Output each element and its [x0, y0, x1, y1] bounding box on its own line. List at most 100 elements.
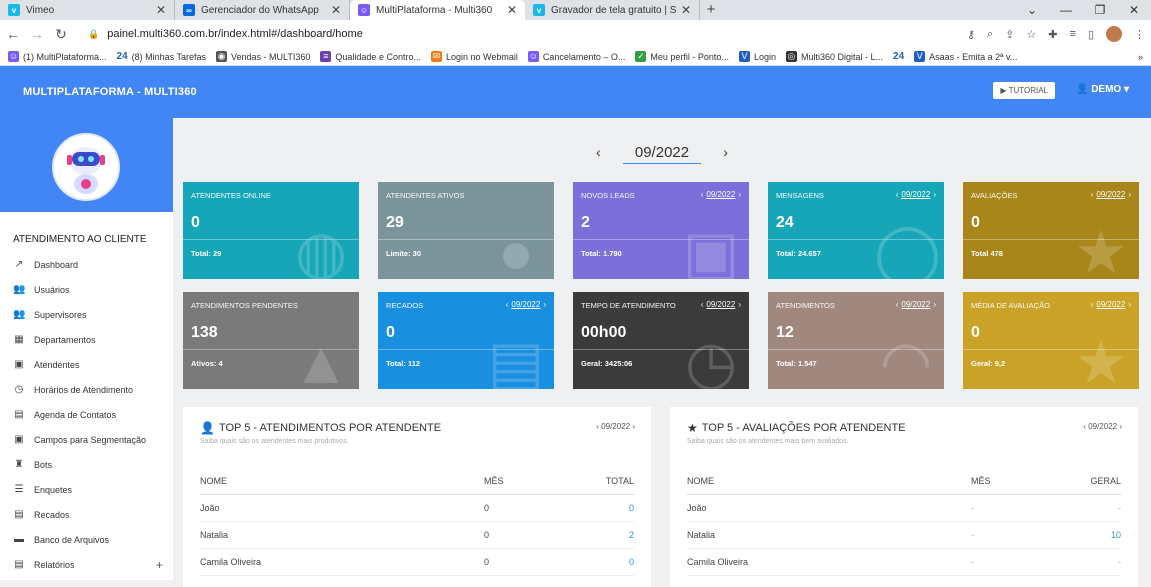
- panel-title: 👤 TOP 5 - ATENDIMENTOS POR ATENDENTE: [200, 421, 442, 435]
- meta-icon: ∞: [183, 4, 195, 16]
- sidebar-item-campos[interactable]: ▣ Campos para Segmentação: [0, 427, 173, 452]
- agents-icon: ▣: [14, 359, 24, 370]
- star-icon: ★: [687, 421, 698, 435]
- card-footer: Total: 29: [191, 249, 222, 258]
- minimize-icon[interactable]: —: [1049, 0, 1083, 20]
- card-footer: Limite: 30: [386, 249, 422, 258]
- panel-period[interactable]: ‹ 09/2022 ›: [596, 422, 635, 431]
- chevron-left-icon[interactable]: ‹: [596, 144, 601, 160]
- card-period[interactable]: ‹ 09/2022 ›: [701, 300, 741, 309]
- bookmark-item[interactable]: 24 (8) Minhas Tarefas: [117, 51, 207, 62]
- card-footer: Total 478: [971, 249, 1003, 258]
- reload-icon[interactable]: ↻: [54, 26, 68, 43]
- close-icon[interactable]: ✕: [156, 3, 166, 17]
- bookmark-item[interactable]: 24: [893, 51, 904, 62]
- robot-icon: ☺: [358, 4, 370, 16]
- panel-period[interactable]: ‹ 09/2022 ›: [1083, 422, 1122, 431]
- card-background-icon: ▣: [682, 219, 740, 280]
- sidebar-item-banco[interactable]: ▬ Banco de Arquivos: [0, 527, 173, 552]
- close-icon[interactable]: ✕: [331, 3, 341, 17]
- browser-tab[interactable]: v Gravador de tela gratuito | Softw ✕: [525, 0, 700, 20]
- expand-icon[interactable]: +: [156, 558, 163, 572]
- mail-icon: ✉: [430, 51, 442, 62]
- stat-card: ▲ ATENDIMENTOS PENDENTES 138 Ativos: 4: [183, 292, 359, 389]
- sidebar-item-usuarios[interactable]: 👥 Usuários: [0, 277, 173, 302]
- bookmark-item[interactable]: ☺ (1) MultiPlataforma...: [8, 51, 107, 62]
- card-footer: Geral: 3425:06: [581, 359, 633, 368]
- sidebar-item-agenda[interactable]: ▤ Agenda de Contatos: [0, 402, 173, 427]
- divider: [378, 349, 554, 350]
- bookmark-item[interactable]: ◎ Multi360 Digital - L...: [785, 51, 883, 62]
- close-icon[interactable]: ✕: [681, 3, 691, 17]
- bookmark-item[interactable]: V Login: [738, 51, 776, 62]
- card-period[interactable]: ‹ 09/2022 ›: [896, 300, 936, 309]
- bookmark-item[interactable]: ☺ Cancelamento – O...: [527, 51, 625, 62]
- tutorial-button[interactable]: ▶ TUTORIAL: [993, 82, 1055, 99]
- sidebar-item-recados[interactable]: ▤ Recados: [0, 502, 173, 527]
- divider: [963, 349, 1139, 350]
- sidebar-item-enquetes[interactable]: ☰ Enquetes: [0, 477, 173, 502]
- sidebar-item-departamentos[interactable]: ▦ Departamentos: [0, 327, 173, 352]
- forward-icon[interactable]: →: [30, 26, 44, 42]
- star-icon[interactable]: ☆: [1026, 28, 1036, 41]
- card-period[interactable]: ‹ 09/2022 ›: [1091, 300, 1131, 309]
- browser-tab-strip: v Vimeo ✕ ∞ Gerenciador do WhatsApp ✕ ☺ …: [0, 0, 1151, 20]
- card-background-icon: ◯: [874, 219, 942, 280]
- sidebar-item-atendentes[interactable]: ▣ Atendentes: [0, 352, 173, 377]
- bookmark-item[interactable]: ✉ Login no Webmail: [430, 51, 518, 62]
- robot-icon: ☺: [527, 51, 539, 62]
- menu-icon[interactable]: ⋮: [1134, 28, 1145, 41]
- url-field[interactable]: 🔒 painel.multi360.com.br/index.html#/das…: [78, 23, 957, 45]
- sidebar-item-dashboard[interactable]: ↗ Dashboard: [0, 252, 173, 277]
- bookmark-item[interactable]: ✓ Meu perfil - Ponto...: [635, 51, 729, 62]
- cell-month: 0: [484, 530, 490, 540]
- sidebar-item-supervisores[interactable]: 👥 Supervisores: [0, 302, 173, 327]
- card-label: TEMPO DE ATENDIMENTO: [581, 301, 676, 310]
- table-row: Natalia 0 2: [200, 522, 634, 549]
- card-period[interactable]: ‹ 09/2022 ›: [1091, 190, 1131, 199]
- browser-tab[interactable]: v Vimeo ✕: [0, 0, 175, 20]
- card-period[interactable]: ‹ 09/2022 ›: [896, 190, 936, 199]
- card-value: 00h00: [581, 324, 627, 341]
- toolbar-icons: ⚷ ⌕ ⇪ ☆ ✚ ≡ ▯ ⋮: [967, 26, 1145, 42]
- extensions-icon[interactable]: ✚: [1048, 28, 1057, 41]
- new-tab-button[interactable]: +: [700, 0, 722, 20]
- address-bar-row: ← → ↻ 🔒 painel.multi360.com.br/index.htm…: [0, 20, 1151, 48]
- bookmark-item[interactable]: ◉ Vendas - MULTI360: [216, 51, 310, 62]
- bookmarks-bar: ☺ (1) MultiPlataforma... 24 (8) Minhas Tar…: [0, 48, 1151, 66]
- card-period[interactable]: ‹ 09/2022 ›: [506, 300, 546, 309]
- user-menu[interactable]: 👤 DEMO ▾: [1076, 84, 1129, 95]
- sidebar-item-horarios[interactable]: ◷ Horários de Atendimento: [0, 377, 173, 402]
- bookmark-item[interactable]: V Asaas - Emita a 2ª v...: [914, 51, 1017, 62]
- table-header: NOME MÊS TOTAL: [200, 467, 634, 495]
- app-title: MULTIPLATAFORMA - MULTI360: [23, 86, 197, 98]
- chevron-down-icon[interactable]: ⌄: [1015, 0, 1049, 20]
- profile-avatar[interactable]: [1106, 26, 1122, 42]
- sidepanel-icon[interactable]: ▯: [1088, 28, 1094, 41]
- share-icon[interactable]: ⇪: [1005, 28, 1014, 41]
- browser-tab[interactable]: ∞ Gerenciador do WhatsApp ✕: [175, 0, 350, 20]
- close-window-icon[interactable]: ✕: [1117, 0, 1151, 20]
- bookmark-item[interactable]: ≡ Qualidade e Contro...: [320, 51, 421, 62]
- card-background-icon: ▤: [487, 329, 545, 390]
- close-icon[interactable]: ✕: [507, 3, 517, 17]
- chevron-right-icon[interactable]: ›: [723, 144, 728, 160]
- card-background-icon: ◍: [294, 219, 348, 280]
- period-value[interactable]: 09/2022: [622, 144, 702, 164]
- card-period[interactable]: ‹ 09/2022 ›: [701, 190, 741, 199]
- card-label: MENSAGENS: [776, 191, 824, 200]
- media-icon[interactable]: ≡: [1070, 28, 1076, 40]
- back-icon[interactable]: ←: [6, 26, 20, 42]
- card-background-icon: ★: [1074, 329, 1128, 390]
- key-icon[interactable]: ⚷: [967, 28, 975, 41]
- card-label: NOVOS LEADS: [581, 191, 635, 200]
- more-bookmarks-icon[interactable]: »: [1138, 52, 1143, 62]
- sidebar: ATENDIMENTO AO CLIENTE ↗ Dashboard 👥 Usuár…: [0, 118, 173, 580]
- zoom-icon[interactable]: ⌕: [987, 28, 993, 41]
- browser-tab-active[interactable]: ☺ MultiPlataforma - Multi360 ✕: [350, 0, 525, 20]
- card-background-icon: ◠: [879, 329, 933, 390]
- sidebar-item-relatorios[interactable]: ▤ Relatórios +: [0, 552, 173, 577]
- restore-icon[interactable]: ❐: [1083, 0, 1117, 20]
- sidebar-item-bots[interactable]: ♜ Bots: [0, 452, 173, 477]
- vimeo-icon: v: [533, 4, 545, 16]
